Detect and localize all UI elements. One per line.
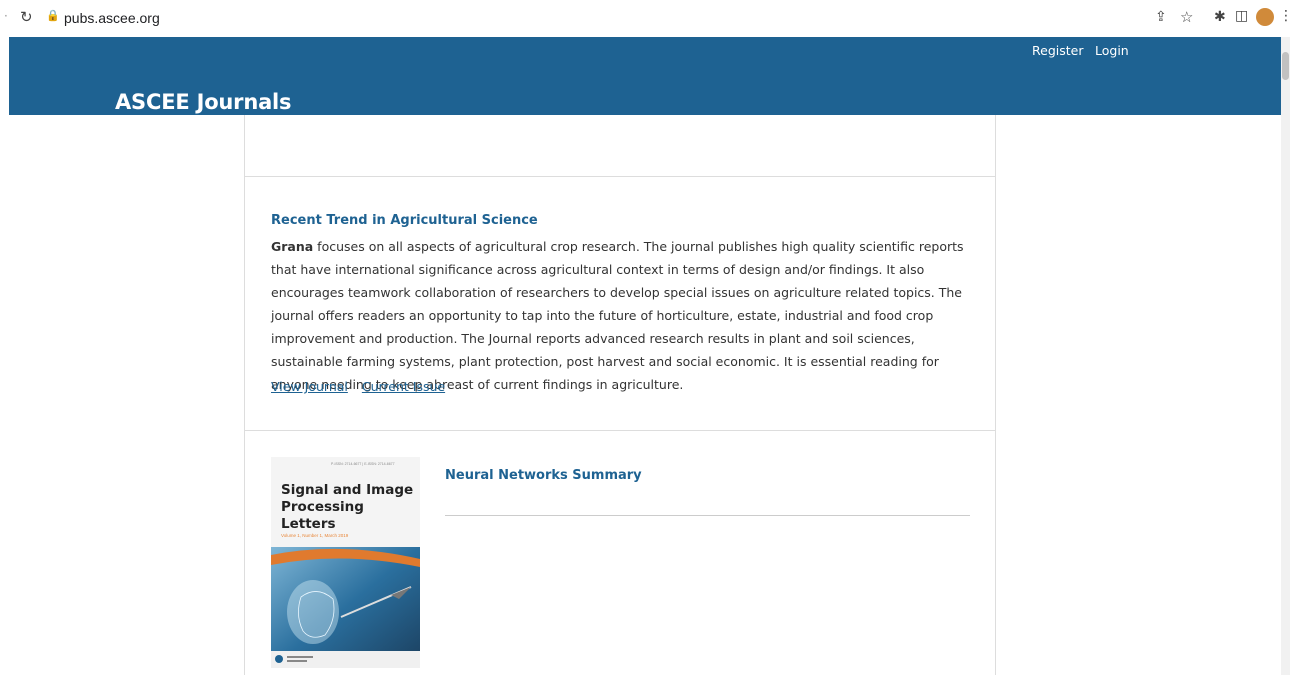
address-bar[interactable]: pubs.ascee.org bbox=[64, 10, 160, 26]
divider bbox=[245, 176, 995, 177]
divider bbox=[445, 515, 970, 516]
star-icon[interactable]: ☆ bbox=[1180, 8, 1193, 26]
scrollbar[interactable] bbox=[1281, 37, 1290, 675]
journal-list: Recent Trend in Agricultural Science Gra… bbox=[244, 115, 996, 675]
journal-description-text: focuses on all aspects of agricultural c… bbox=[271, 239, 964, 392]
journal-name-bold: Grana bbox=[271, 239, 314, 254]
cover-artwork bbox=[271, 547, 420, 668]
site-header: Register Login ASCEE Journals bbox=[9, 37, 1281, 115]
cover-issn: P-ISSN: 2714-6677 | E-ISSN: 2714-6677 bbox=[331, 462, 395, 466]
scrollbar-thumb[interactable] bbox=[1282, 52, 1289, 80]
divider bbox=[245, 430, 995, 431]
reload-icon[interactable]: ↻ bbox=[20, 8, 33, 26]
side-panel-icon[interactable]: ◫ bbox=[1235, 8, 1248, 24]
site-title[interactable]: ASCEE Journals bbox=[115, 90, 292, 114]
extensions-icon[interactable]: ✱ bbox=[1214, 9, 1226, 25]
current-issue-link[interactable]: Current Issue bbox=[362, 379, 445, 394]
journal-title-link[interactable]: Neural Networks Summary bbox=[445, 468, 642, 483]
back-icon[interactable]: · bbox=[4, 9, 8, 23]
menu-icon[interactable]: ⋮ bbox=[1279, 8, 1290, 24]
journal-description: Grana focuses on all aspects of agricult… bbox=[271, 235, 971, 396]
cover-volume: Volume 1, Number 1, March 2019 bbox=[281, 533, 349, 538]
share-icon[interactable]: ⇪ bbox=[1155, 9, 1167, 25]
avatar[interactable] bbox=[1256, 8, 1274, 26]
lock-icon[interactable]: 🔒 bbox=[46, 9, 60, 22]
login-link[interactable]: Login bbox=[1095, 43, 1129, 58]
view-journal-link[interactable]: View Journal bbox=[271, 379, 348, 394]
journal-cover-image[interactable]: P-ISSN: 2714-6677 | E-ISSN: 2714-6677 Si… bbox=[271, 457, 420, 668]
register-link[interactable]: Register bbox=[1032, 43, 1083, 58]
journal-links: View Journal Current Issue bbox=[271, 379, 455, 394]
cover-title: Signal and Image Processing Letters bbox=[281, 482, 414, 532]
journal-title-link[interactable]: Recent Trend in Agricultural Science bbox=[271, 213, 538, 228]
browser-toolbar: · ↻ 🔒 pubs.ascee.org ⇪ ☆ ✱ ◫ ⋮ bbox=[0, 0, 1290, 37]
